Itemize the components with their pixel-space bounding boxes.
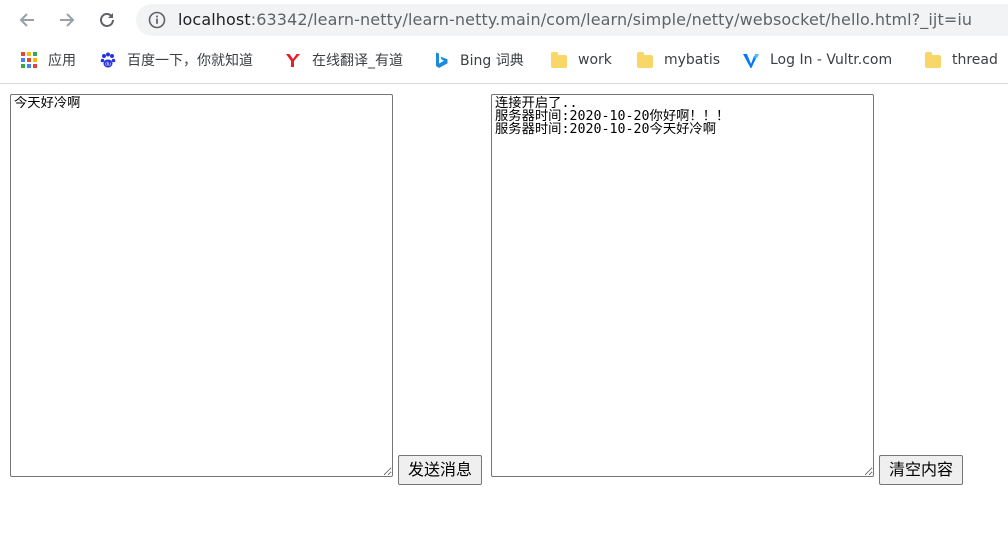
forward-arrow-icon xyxy=(60,13,75,27)
back-button[interactable] xyxy=(13,6,41,34)
page-content: 发送消息 清空内容 xyxy=(0,85,1008,549)
bookmark-label: work xyxy=(578,52,612,68)
bookmark-label: mybatis xyxy=(664,52,721,68)
bookmark-folder-thread[interactable]: thread xyxy=(924,44,998,76)
youdao-logo-icon xyxy=(284,51,302,69)
browser-toolbar: localhost:63342/learn-netty/learn-netty.… xyxy=(0,0,1008,40)
folder-icon xyxy=(636,51,654,69)
folder-icon xyxy=(924,51,942,69)
bookmark-folder-mybatis[interactable]: mybatis xyxy=(636,44,720,76)
bookmarks-bar: 应用 du 百度一下，你就知道 在线翻译_有道 Bing 词典 work myb… xyxy=(0,44,1008,76)
bookmark-bing[interactable]: Bing 词典 xyxy=(432,44,524,76)
vultr-logo-icon xyxy=(742,51,760,69)
message-input[interactable] xyxy=(10,94,393,477)
url-path: :63342/learn-netty/learn-netty.main/com/… xyxy=(250,10,973,29)
address-bar[interactable]: localhost:63342/learn-netty/learn-netty.… xyxy=(136,4,1008,36)
send-message-button[interactable]: 发送消息 xyxy=(398,455,483,485)
url-text[interactable]: localhost:63342/learn-netty/learn-netty.… xyxy=(178,4,972,36)
reload-icon xyxy=(100,13,114,27)
bookmark-label: Log In - Vultr.com xyxy=(770,52,893,68)
info-icon[interactable] xyxy=(148,11,166,29)
url-host: localhost xyxy=(178,10,251,29)
bookmark-label: 百度一下，你就知道 xyxy=(127,53,253,69)
browser-chrome: localhost:63342/learn-netty/learn-netty.… xyxy=(0,0,1008,84)
forward-button[interactable] xyxy=(53,6,81,34)
bookmark-label: Bing 词典 xyxy=(460,53,524,69)
reload-button[interactable] xyxy=(93,6,121,34)
clear-content-button[interactable]: 清空内容 xyxy=(879,455,964,485)
bookmark-label: 在线翻译_有道 xyxy=(312,53,403,69)
bookmark-youdao[interactable]: 在线翻译_有道 xyxy=(284,44,403,76)
bookmark-baidu[interactable]: du 百度一下，你就知道 xyxy=(99,44,253,76)
folder-icon xyxy=(550,51,568,69)
bookmark-apps[interactable]: 应用 xyxy=(20,44,76,76)
bookmark-label: thread xyxy=(952,52,998,68)
bookmark-folder-work[interactable]: work xyxy=(550,44,612,76)
bookmark-vultr[interactable]: Log In - Vultr.com xyxy=(742,44,892,76)
response-output[interactable] xyxy=(491,94,874,477)
bing-logo-icon xyxy=(432,51,450,69)
back-arrow-icon xyxy=(19,13,34,27)
apps-grid-icon xyxy=(20,51,38,69)
svg-text:du: du xyxy=(105,62,111,68)
bookmark-label: 应用 xyxy=(48,53,76,69)
baidu-paw-icon: du xyxy=(99,51,117,69)
